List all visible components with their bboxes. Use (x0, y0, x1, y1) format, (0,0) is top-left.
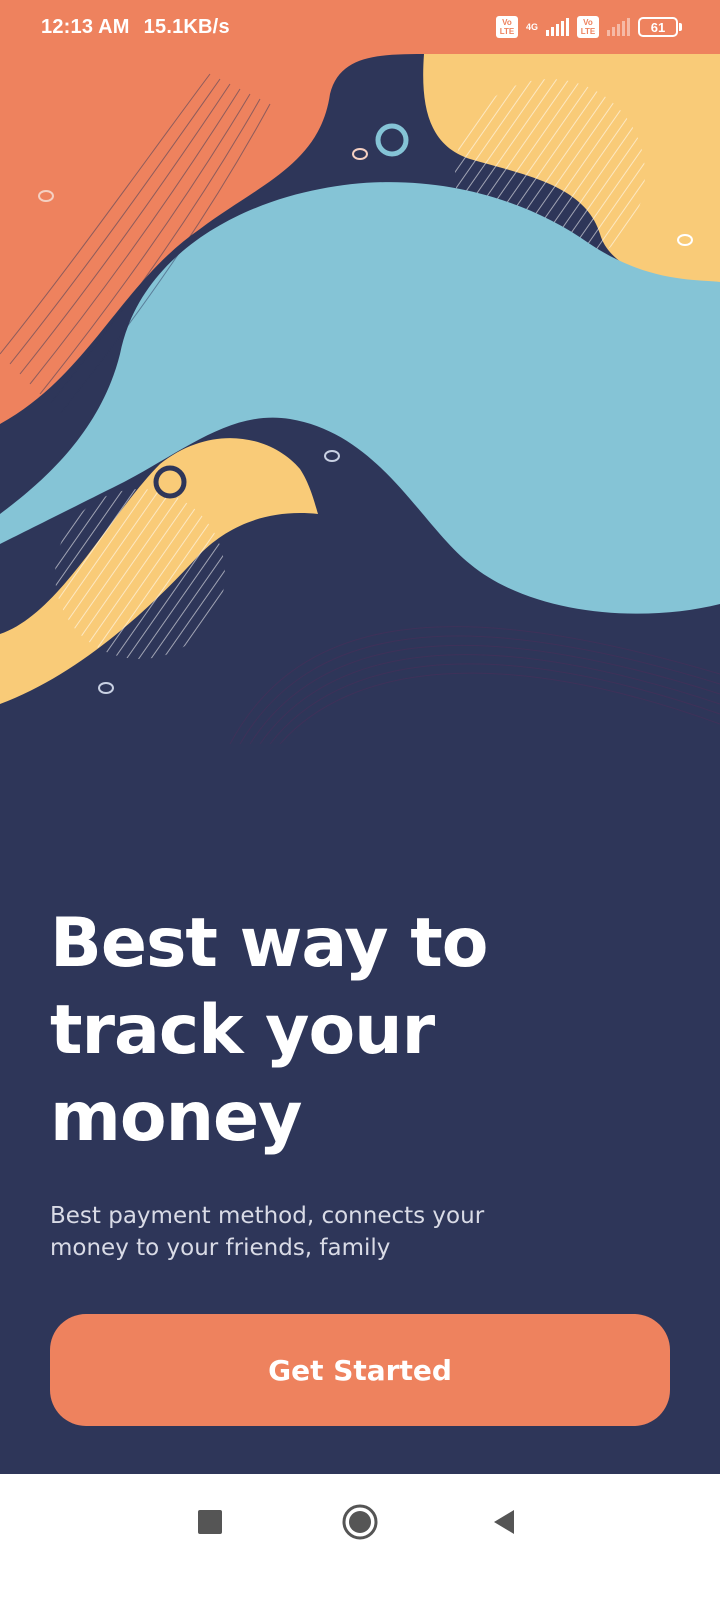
recents-button[interactable] (170, 1474, 250, 1570)
get-started-button[interactable]: Get Started (50, 1314, 670, 1426)
abstract-waves-art (0, 54, 720, 744)
volte-icon-2: Vo LTE (577, 16, 599, 38)
battery-level: 61 (650, 19, 666, 35)
status-bar: 12:13 AM 15.1KB/s Vo LTE 4G Vo LTE 61 (0, 0, 720, 54)
battery-body: 61 (638, 17, 678, 37)
headline-line-3: money (50, 1078, 302, 1157)
triangle-back-icon (494, 1510, 514, 1534)
home-button[interactable] (320, 1474, 400, 1570)
onboarding-subtext: Best payment method, connects your money… (50, 1200, 490, 1264)
network-type-indicator: 4G (525, 21, 538, 32)
network-type-label: 4G (525, 21, 538, 32)
onboarding-headline: Best way to track your money (50, 900, 670, 1161)
striped-circle-bottom (55, 489, 225, 659)
status-net-speed: 15.1KB/s (143, 15, 230, 38)
back-button[interactable] (465, 1474, 545, 1570)
signal-strength-icon-2 (607, 18, 630, 36)
status-time: 12:13 AM (41, 15, 130, 38)
headline-line-2: track your (50, 991, 435, 1070)
status-right: Vo LTE 4G Vo LTE 61 (495, 16, 682, 38)
headline-line-1: Best way to (50, 904, 488, 983)
subtext-line-1: Best payment method, connects your (50, 1203, 485, 1229)
volte-icon: Vo LTE (495, 16, 518, 38)
status-left: 12:13 AM 15.1KB/s (41, 16, 230, 39)
battery-icon: 61 (638, 17, 682, 37)
signal-strength-icon (546, 18, 569, 36)
subtext-line-2: money to your friends, family (50, 1235, 391, 1261)
circle-icon (342, 1504, 378, 1540)
hero-illustration (0, 54, 720, 744)
square-icon (198, 1510, 222, 1534)
battery-cap (679, 23, 682, 31)
